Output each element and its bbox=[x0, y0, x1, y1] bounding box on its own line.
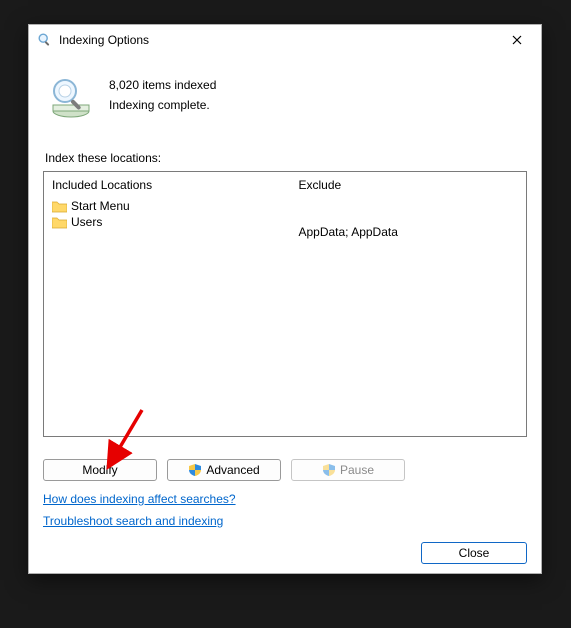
folder-icon bbox=[52, 200, 67, 213]
titlebar: Indexing Options bbox=[29, 25, 541, 55]
indexing-options-icon bbox=[37, 32, 53, 48]
exclude-header: Exclude bbox=[298, 176, 518, 198]
action-buttons-row: Modify Advanced bbox=[43, 459, 527, 481]
help-links: How does indexing affect searches? Troub… bbox=[43, 489, 527, 532]
indexing-state: Indexing complete. bbox=[109, 95, 216, 115]
window-title: Indexing Options bbox=[59, 33, 495, 47]
help-link-troubleshoot[interactable]: Troubleshoot search and indexing bbox=[43, 511, 223, 533]
included-locations-header: Included Locations bbox=[52, 176, 282, 198]
included-locations-column: Included Locations Start Menu Users bbox=[44, 172, 290, 436]
close-button[interactable]: Close bbox=[421, 542, 527, 564]
folder-icon bbox=[52, 216, 67, 229]
magnifier-drive-icon bbox=[47, 73, 95, 121]
table-row[interactable]: Users bbox=[52, 214, 282, 230]
status-text: 8,020 items indexed Indexing complete. bbox=[109, 73, 216, 116]
exclude-cell bbox=[298, 198, 518, 214]
location-name: Start Menu bbox=[71, 199, 130, 213]
pause-button: Pause bbox=[291, 459, 405, 481]
exclude-column: Exclude AppData; AppData bbox=[290, 172, 526, 436]
dialog-footer: Close bbox=[43, 542, 527, 564]
modify-button[interactable]: Modify bbox=[43, 459, 157, 481]
help-link-indexing[interactable]: How does indexing affect searches? bbox=[43, 489, 236, 511]
locations-label: Index these locations: bbox=[45, 151, 525, 165]
status-area: 8,020 items indexed Indexing complete. bbox=[43, 65, 527, 139]
window-close-button[interactable] bbox=[495, 25, 539, 55]
items-indexed-count: 8,020 items indexed bbox=[109, 75, 216, 95]
advanced-button[interactable]: Advanced bbox=[167, 459, 281, 481]
dialog-client-area: 8,020 items indexed Indexing complete. I… bbox=[29, 55, 541, 576]
uac-shield-icon bbox=[188, 463, 202, 477]
location-name: Users bbox=[71, 215, 102, 229]
table-row[interactable]: Start Menu bbox=[52, 198, 282, 214]
locations-table[interactable]: Included Locations Start Menu Users Excl… bbox=[43, 171, 527, 437]
close-icon bbox=[512, 35, 522, 45]
exclude-cell: AppData; AppData bbox=[298, 224, 518, 240]
indexing-options-dialog: Indexing Options 8,020 items indexed Ind… bbox=[28, 24, 542, 574]
uac-shield-icon bbox=[322, 463, 336, 477]
